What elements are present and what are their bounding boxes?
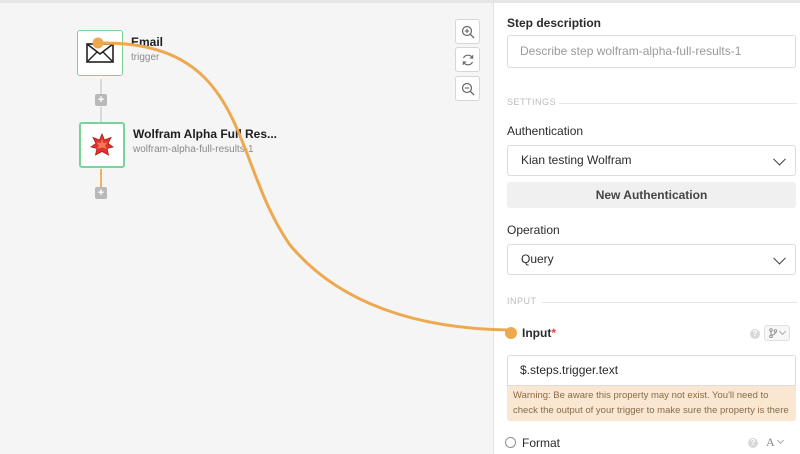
operation-value: Query — [521, 252, 554, 266]
input-value: $.steps.trigger.text — [520, 363, 619, 377]
workflow-canvas[interactable]: Email trigger + Wolfram Alpha Full Res..… — [0, 0, 493, 454]
section-divider — [542, 302, 797, 303]
connector-line — [100, 107, 102, 123]
zoom-out-button[interactable] — [455, 76, 480, 101]
new-authentication-button[interactable]: New Authentication — [507, 182, 796, 208]
chevron-down-icon — [776, 436, 784, 445]
help-icon[interactable]: ? — [750, 329, 760, 339]
zoom-in-button[interactable] — [455, 19, 480, 44]
connector-line — [100, 169, 102, 187]
node-title: Email — [131, 35, 164, 49]
chevron-down-icon — [778, 327, 787, 336]
operation-select[interactable]: Query — [507, 244, 796, 275]
section-divider — [559, 103, 797, 104]
zoom-out-icon — [461, 82, 474, 95]
authentication-value: Kian testing Wolfram — [521, 153, 632, 167]
branch-icon — [769, 328, 777, 338]
input-label-text: Input — [522, 326, 552, 340]
node-title: Wolfram Alpha Full Res... — [133, 127, 278, 141]
email-trigger-node[interactable]: Email trigger — [77, 30, 163, 76]
input-section-heading: INPUT — [507, 296, 537, 306]
node-subtitle: wolfram-alpha-full-results-1 — [133, 144, 254, 155]
authentication-label: Authentication — [507, 124, 584, 138]
reset-zoom-button[interactable] — [455, 47, 480, 72]
property-warning: Warning: Be aware this property may not … — [507, 386, 796, 421]
add-step-button[interactable]: + — [95, 94, 107, 106]
settings-section-heading: SETTINGS — [507, 97, 557, 107]
add-step-button[interactable]: + — [95, 187, 107, 199]
refresh-icon — [462, 54, 473, 65]
step-description-input[interactable]: Describe step wolfram-alpha-full-results… — [507, 35, 796, 68]
wolfram-logo-icon — [90, 133, 114, 156]
input-value-field[interactable]: $.steps.trigger.text — [507, 355, 796, 386]
node-icon-box[interactable] — [79, 122, 125, 168]
format-type-toggle[interactable]: A — [762, 434, 787, 450]
required-asterisk: * — [551, 326, 556, 340]
wolfram-step-node[interactable]: Wolfram Alpha Full Res... wolfram-alpha-… — [79, 122, 277, 168]
zoom-in-icon — [461, 25, 474, 38]
step-description-placeholder: Describe step wolfram-alpha-full-results… — [520, 44, 742, 58]
input-mode-toggle[interactable] — [764, 325, 790, 341]
authentication-select[interactable]: Kian testing Wolfram — [507, 145, 796, 176]
chevron-down-icon — [773, 251, 786, 265]
input-connection-dot[interactable] — [505, 327, 517, 339]
step-description-label: Step description — [507, 16, 602, 30]
step-settings-panel: Step description Describe step wolfram-a… — [493, 0, 800, 454]
text-format-icon: A — [766, 434, 775, 449]
input-label: Input* — [522, 326, 556, 340]
help-icon[interactable]: ? — [748, 438, 758, 448]
node-icon-box[interactable] — [77, 30, 123, 76]
node-subtitle: trigger — [131, 52, 160, 63]
operation-label: Operation — [507, 223, 560, 237]
format-radio[interactable] — [505, 437, 516, 448]
format-label: Format — [522, 436, 561, 450]
chevron-down-icon — [773, 152, 786, 166]
envelope-icon — [86, 43, 114, 63]
